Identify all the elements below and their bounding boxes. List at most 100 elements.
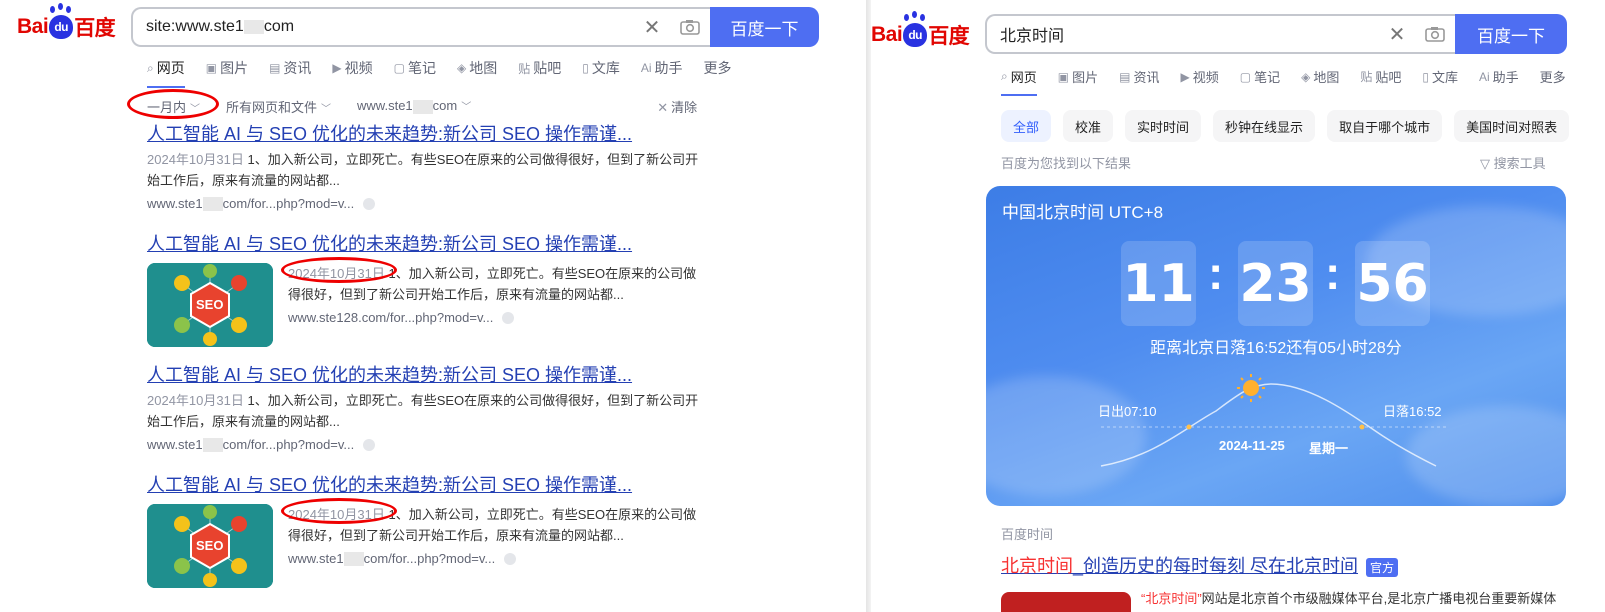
tab-icon: ▤ bbox=[269, 61, 281, 75]
search-query: site:www.ste1 com bbox=[146, 18, 295, 35]
tab-icon: ▢ bbox=[393, 61, 405, 75]
tab-icon: ▶ bbox=[1180, 69, 1190, 84]
baidu-logo[interactable]: Bai du 百度 bbox=[871, 14, 970, 50]
filter-icon: ▽ bbox=[1480, 156, 1494, 171]
result-abstract: 2024年10月31日 1、加入新公司，立即死亡。有些SEO在原来的公司做得很好… bbox=[147, 152, 699, 188]
chip-row: 全部 校准 实时时间 秒钟在线显示 取自于哪个城市 美国时间对照表 bbox=[1001, 110, 1581, 142]
tab-icon: ⌕ bbox=[147, 60, 154, 75]
tab-5[interactable]: ◈ 地图 bbox=[1301, 67, 1339, 86]
result-url[interactable]: www.ste1 com/for...php?mod=v... bbox=[288, 551, 707, 566]
tab-6[interactable]: 贴贴吧 bbox=[518, 58, 561, 78]
logo-bai: Bai bbox=[871, 23, 903, 46]
tab-icon: ◈ bbox=[1301, 69, 1311, 84]
chip-4[interactable]: 取自于哪个城市 bbox=[1327, 110, 1443, 142]
clock-weekday: 星期一 bbox=[1309, 441, 1349, 456]
annotation-circle bbox=[127, 89, 219, 119]
tab-3[interactable]: ▶ 视频 bbox=[1180, 67, 1218, 86]
chip-3[interactable]: 秒钟在线显示 bbox=[1213, 110, 1316, 142]
tab-icon: 贴 bbox=[518, 61, 531, 76]
tab-label: 贴吧 bbox=[1375, 70, 1402, 85]
tab-0[interactable]: ⌕ 网页 bbox=[1001, 67, 1037, 96]
sunset-countdown: 距离北京日落16:52还有05小时28分 bbox=[1150, 340, 1402, 357]
result-title-link[interactable]: 人工智能 AI 与 SEO 优化的未来趋势:新公司 SEO 操作需谨... bbox=[147, 474, 707, 496]
search-button[interactable]: 百度一下 bbox=[1455, 14, 1567, 54]
tab-4[interactable]: ▢ 笔记 bbox=[394, 58, 436, 78]
clock-hours: 11 bbox=[1121, 241, 1196, 326]
logo-baidu-cn: 百度 bbox=[928, 25, 970, 48]
camera-icon[interactable] bbox=[670, 15, 710, 39]
tab-icon: ◈ bbox=[457, 61, 467, 75]
chip-2[interactable]: 实时时间 bbox=[1125, 110, 1202, 142]
result-thumbnail[interactable] bbox=[1001, 592, 1131, 612]
search-tabs: ⌕ 网页 ▣ 图片 ▤ 资讯 ▶ 视频 ▢ 笔记 ◈ 地图 贴贴吧 ▯ 文库 Ai 助手 更多 bbox=[1001, 67, 1587, 96]
chevron-down-icon: ﹀ bbox=[461, 102, 472, 114]
clock-title: 中国北京时间 UTC+8 bbox=[1002, 203, 1164, 222]
result-url[interactable]: www.ste1 com/for...php?mod=v... bbox=[147, 196, 707, 211]
tab-2[interactable]: ▤ 资讯 bbox=[1119, 67, 1159, 86]
tab-label: 视频 bbox=[1192, 70, 1219, 85]
tab-7[interactable]: ▯ 文库 bbox=[1422, 67, 1458, 86]
tab-8[interactable]: Ai 助手 bbox=[641, 58, 683, 78]
tab-4[interactable]: ▢ 笔记 bbox=[1240, 67, 1280, 86]
type-filter[interactable]: 所有网页和文件 ﹀ bbox=[226, 97, 331, 116]
dropdown-icon[interactable] bbox=[363, 438, 376, 451]
clock-date: 2024-11-25 bbox=[1219, 438, 1285, 453]
thumb-label: SEO bbox=[196, 297, 224, 312]
search-tools[interactable]: ▽ 搜索工具 bbox=[1480, 153, 1546, 172]
chip-1[interactable]: 校准 bbox=[1063, 110, 1114, 142]
chip-5[interactable]: 美国时间对照表 bbox=[1454, 110, 1570, 142]
result-title-link[interactable]: 人工智能 AI 与 SEO 优化的未来趋势:新公司 SEO 操作需谨... bbox=[147, 233, 707, 255]
clear-icon[interactable]: ✕ bbox=[1379, 22, 1415, 47]
seo-thumbnail[interactable]: SEO bbox=[147, 504, 273, 588]
tab-9[interactable]: 更多 bbox=[704, 58, 732, 78]
search-input[interactable]: 北京时间 ✕ bbox=[985, 14, 1455, 54]
clock-colon: : bbox=[1208, 247, 1224, 299]
seo-thumbnail[interactable]: SEO bbox=[147, 263, 273, 347]
tab-5[interactable]: ◈ 地图 bbox=[457, 58, 497, 78]
tab-icon: ▣ bbox=[205, 61, 218, 75]
paw-icon: du bbox=[49, 6, 74, 39]
search-input[interactable]: site:www.ste1 com ✕ bbox=[131, 7, 710, 47]
camera-icon[interactable] bbox=[1415, 22, 1455, 46]
sunset-time: 日落16:52 bbox=[1383, 404, 1442, 419]
result-title-link[interactable]: 北京时间_创造历史的每时每刻 尽在北京时间 官方 bbox=[1001, 552, 1399, 578]
result-url[interactable]: www.ste128.com/for...php?mod=v... bbox=[288, 310, 707, 325]
tab-icon: ⌕ bbox=[1001, 69, 1008, 83]
site-filter[interactable]: www.ste1 com ﹀ bbox=[357, 98, 471, 114]
dropdown-icon[interactable] bbox=[504, 552, 517, 565]
tab-label: 地图 bbox=[469, 60, 498, 76]
tab-8[interactable]: Ai 助手 bbox=[1479, 67, 1519, 86]
tab-label: 文库 bbox=[591, 60, 620, 76]
tab-0[interactable]: ⌕ 网页 bbox=[147, 58, 185, 88]
tab-1[interactable]: ▣ 图片 bbox=[206, 58, 248, 78]
dropdown-icon[interactable] bbox=[502, 311, 515, 324]
search-button[interactable]: 百度一下 bbox=[710, 7, 819, 47]
result-title-link[interactable]: 人工智能 AI 与 SEO 优化的未来趋势:新公司 SEO 操作需谨... bbox=[147, 364, 707, 386]
tab-label: 更多 bbox=[1539, 70, 1566, 85]
filter-bar: 一月内 ﹀ 所有网页和文件 ﹀ www.ste1 com ﹀ ✕ 清除 bbox=[147, 96, 697, 116]
tab-2[interactable]: ▤ 资讯 bbox=[269, 58, 311, 78]
baidu-logo[interactable]: Bai du 百度 bbox=[17, 6, 116, 42]
tab-label: 笔记 bbox=[408, 60, 436, 76]
clear-filter[interactable]: ✕ 清除 bbox=[657, 97, 697, 116]
tab-label: 更多 bbox=[703, 60, 732, 76]
search-tabs: ⌕ 网页 ▣ 图片 ▤ 资讯 ▶ 视频 ▢ 笔记 ◈ 地图 贴贴吧 ▯ 文库 Ai 助手 更多 bbox=[147, 58, 753, 88]
close-icon: ✕ bbox=[657, 99, 669, 115]
clear-icon[interactable]: ✕ bbox=[634, 15, 670, 40]
tab-7[interactable]: ▯ 文库 bbox=[582, 58, 620, 78]
logo-baidu-cn: 百度 bbox=[74, 17, 116, 40]
result-url[interactable]: www.ste1 com/for...php?mod=v... bbox=[147, 437, 707, 452]
tab-6[interactable]: 贴贴吧 bbox=[1360, 67, 1401, 86]
tab-9[interactable]: 更多 bbox=[1540, 67, 1566, 86]
result-item: 人工智能 AI 与 SEO 优化的未来趋势:新公司 SEO 操作需谨... 202… bbox=[147, 123, 707, 211]
result-title-link[interactable]: 人工智能 AI 与 SEO 优化的未来趋势:新公司 SEO 操作需谨... bbox=[147, 123, 707, 145]
tab-icon: ▯ bbox=[582, 61, 589, 75]
dropdown-icon[interactable] bbox=[363, 197, 376, 210]
chip-0[interactable]: 全部 bbox=[1001, 110, 1052, 142]
tab-1[interactable]: ▣ 图片 bbox=[1058, 67, 1098, 86]
sun-arc-chart bbox=[1100, 374, 1446, 467]
tab-icon: ▶ bbox=[332, 61, 342, 75]
tab-3[interactable]: ▶ 视频 bbox=[332, 58, 372, 78]
tab-label: 图片 bbox=[220, 60, 249, 76]
tab-label: 笔记 bbox=[1254, 70, 1281, 85]
